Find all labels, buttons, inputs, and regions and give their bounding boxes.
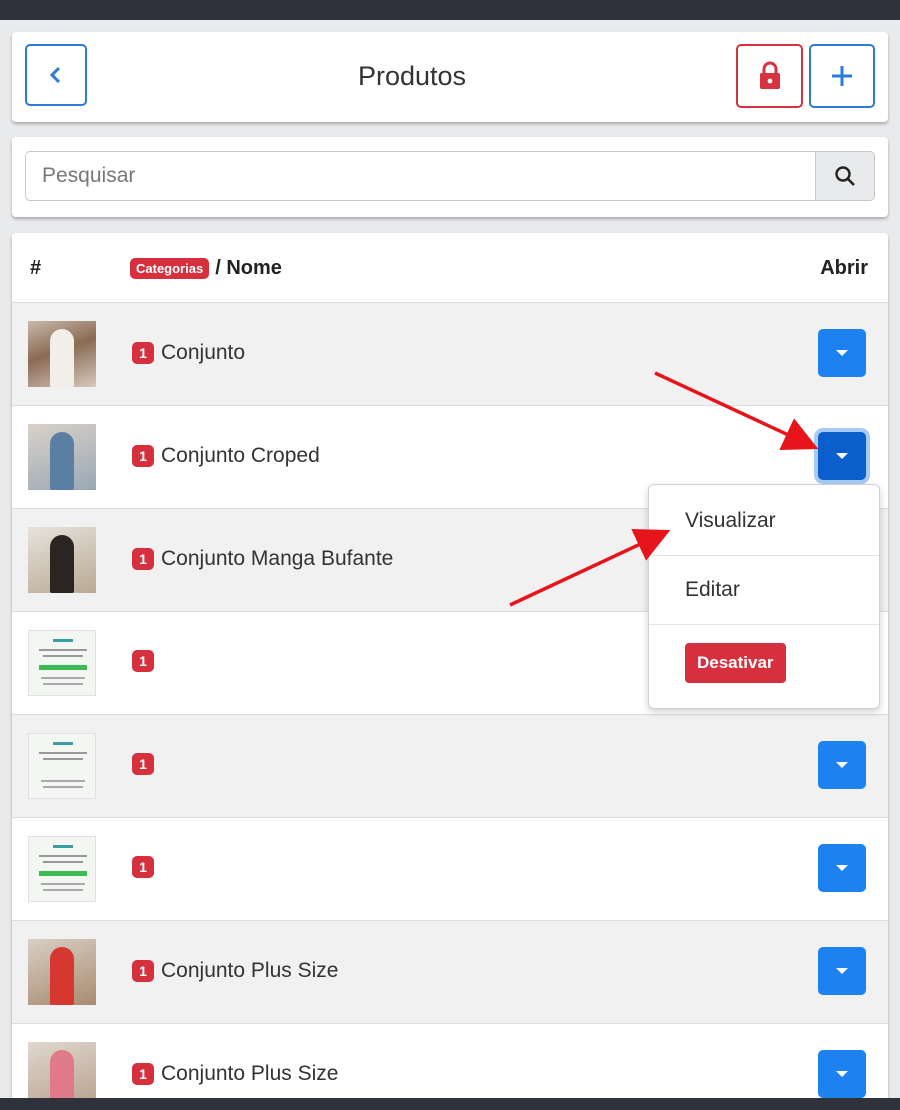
header-card: Produtos — [12, 32, 888, 122]
count-badge: 1 — [132, 548, 154, 570]
product-thumbnail — [28, 424, 96, 490]
product-thumbnail — [28, 836, 96, 902]
search-card — [12, 137, 888, 217]
product-thumbnail — [28, 733, 96, 799]
caret-down-icon — [836, 350, 848, 356]
table-header: # Categorias / Nome Abrir — [12, 233, 888, 303]
lock-button[interactable] — [736, 44, 803, 108]
count-badge: 1 — [132, 960, 154, 982]
categories-badge: Categorias — [130, 258, 210, 279]
product-thumbnail — [28, 321, 96, 387]
column-hash: # — [30, 257, 42, 279]
chevron-left-icon — [49, 66, 61, 84]
bottom-bar — [0, 1098, 900, 1110]
column-name-label: / Nome — [215, 257, 282, 279]
open-dropdown-button[interactable] — [818, 1050, 866, 1098]
back-button[interactable] — [25, 44, 87, 106]
table-row[interactable]: 1 Conjunto — [12, 303, 888, 406]
product-name: Conjunto Croped — [161, 444, 320, 467]
column-open: Abrir — [820, 257, 868, 279]
open-dropdown-button[interactable] — [818, 844, 866, 892]
row-actions-dropdown: Visualizar Editar Desativar — [648, 484, 880, 709]
count-badge: 1 — [132, 856, 154, 878]
count-badge: 1 — [132, 445, 154, 467]
page-title: Produtos — [357, 61, 467, 91]
table-row[interactable]: 1 Conjunto Plus Size — [12, 1024, 888, 1098]
table-row[interactable]: 1 — [12, 715, 888, 818]
menu-divider — [649, 624, 879, 625]
top-bar — [0, 0, 900, 20]
table-row[interactable]: 1 Conjunto Plus Size — [12, 921, 888, 1024]
search-input[interactable] — [25, 151, 815, 201]
lock-icon — [759, 61, 780, 89]
product-thumbnail — [28, 939, 96, 1005]
search-button[interactable] — [815, 151, 875, 201]
product-thumbnail — [28, 1042, 96, 1098]
open-dropdown-button[interactable] — [818, 432, 866, 480]
open-dropdown-button[interactable] — [818, 329, 866, 377]
open-dropdown-button[interactable] — [818, 741, 866, 789]
product-name: Conjunto Manga Bufante — [161, 547, 394, 570]
column-name: Categorias / Nome — [130, 257, 282, 280]
plus-icon — [832, 66, 852, 86]
caret-down-icon — [836, 1071, 848, 1077]
count-badge: 1 — [132, 1063, 154, 1085]
menu-item-view[interactable]: Visualizar — [649, 487, 879, 555]
open-dropdown-button[interactable] — [818, 947, 866, 995]
count-badge: 1 — [132, 650, 154, 672]
caret-down-icon — [836, 453, 848, 459]
add-product-button[interactable] — [809, 44, 875, 108]
product-name: Conjunto — [161, 341, 246, 364]
caret-down-icon — [836, 865, 848, 871]
table-row[interactable]: 1 — [12, 818, 888, 921]
product-name: Conjunto Plus Size — [161, 1062, 339, 1085]
count-badge: 1 — [132, 342, 154, 364]
product-thumbnail — [28, 527, 96, 593]
caret-down-icon — [836, 968, 848, 974]
deactivate-button[interactable]: Desativar — [685, 643, 786, 683]
product-name: Conjunto Plus Size — [161, 959, 339, 982]
caret-down-icon — [836, 762, 848, 768]
search-icon — [835, 166, 855, 186]
count-badge: 1 — [132, 753, 154, 775]
menu-item-edit[interactable]: Editar — [649, 556, 879, 624]
product-thumbnail — [28, 630, 96, 696]
